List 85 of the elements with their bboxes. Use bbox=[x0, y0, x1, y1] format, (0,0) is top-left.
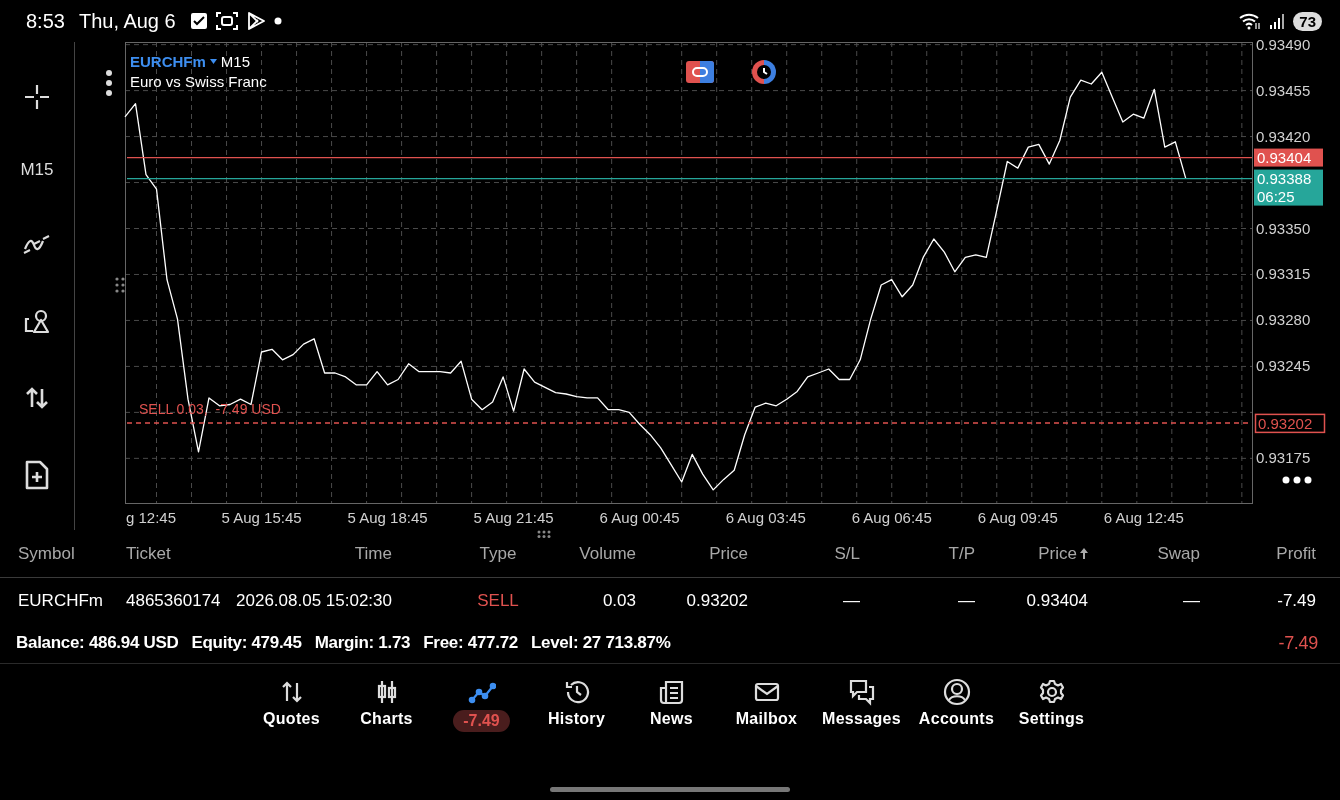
account-icon bbox=[942, 678, 971, 706]
column-header[interactable]: Price bbox=[709, 543, 748, 564]
more-vertical-icon[interactable] bbox=[105, 69, 113, 97]
column-header[interactable]: Time bbox=[354, 543, 440, 564]
table-cell: 0.93202 bbox=[686, 590, 748, 611]
column-header[interactable]: Ticket bbox=[126, 543, 171, 564]
column-header[interactable]: Symbol bbox=[18, 543, 75, 564]
timeframe-button[interactable]: M15 bbox=[7, 135, 67, 205]
profit-badge: -7.49 bbox=[453, 710, 510, 732]
news-icon bbox=[657, 678, 686, 706]
time-tick-label: 6 Aug 03:45 bbox=[725, 509, 806, 526]
symbol-selector[interactable]: EURCHFm bbox=[130, 53, 206, 70]
table-cell-text: 2026.08.05 15:02:30 bbox=[236, 590, 393, 611]
account-stat: Level: 27 713.87% bbox=[530, 633, 671, 653]
column-header[interactable]: S/L bbox=[834, 543, 860, 564]
column-header[interactable]: Profit bbox=[1276, 543, 1316, 564]
nav-tab[interactable]: Accounts bbox=[909, 678, 1004, 732]
time-tick-label: 6 Aug 06:45 bbox=[851, 509, 932, 526]
column-header[interactable]: Volume bbox=[579, 543, 636, 564]
account-stat: Free: 477.72 bbox=[423, 633, 518, 653]
table-cell: SELL bbox=[477, 590, 519, 611]
screenshot-icon bbox=[215, 11, 238, 31]
one-click-trading-icon[interactable] bbox=[686, 61, 714, 83]
total-profit: -7.49 bbox=[1278, 632, 1318, 654]
file-plus-icon bbox=[24, 458, 50, 491]
caret-icon[interactable] bbox=[209, 59, 217, 64]
price-tick-label: 0.93245 bbox=[1256, 357, 1311, 375]
nav-tab[interactable]: Quotes bbox=[244, 678, 339, 732]
price-tick-label: 0.93280 bbox=[1256, 311, 1311, 329]
column-header[interactable]: Type bbox=[479, 543, 517, 564]
time-tick-label: 6 Aug 12:45 bbox=[1103, 509, 1184, 526]
nav-tab[interactable]: Charts bbox=[339, 678, 434, 732]
status-date: Thu, Aug 6 bbox=[78, 9, 176, 33]
notification-dot-icon bbox=[273, 17, 282, 25]
price-tag: 0.93388 06:25 bbox=[1254, 169, 1323, 206]
price-tick-label: 0.93420 bbox=[1256, 127, 1311, 145]
time-tick-label: 6 Aug 00:45 bbox=[599, 509, 680, 526]
table-cell: — bbox=[958, 590, 975, 611]
nav-tab[interactable]: Mailbox bbox=[719, 678, 814, 732]
table-cell: 0.03 bbox=[602, 590, 636, 611]
time-tick-label: 5 Aug 15:45 bbox=[221, 509, 302, 526]
account-stat: Balance: 486.94 USD bbox=[16, 633, 179, 653]
account-stat: Equity: 479.45 bbox=[191, 633, 302, 653]
nav-tab[interactable]: News bbox=[624, 678, 719, 732]
time-tick-label: 6 Aug 09:45 bbox=[977, 509, 1058, 526]
nav-tab[interactable]: History bbox=[529, 678, 624, 732]
drag-handle-icon[interactable] bbox=[537, 530, 551, 538]
account-stat: Margin: 1.73 bbox=[314, 633, 411, 653]
table-cell: 0.93404 bbox=[1026, 590, 1088, 611]
price-tick-label: 0.93455 bbox=[1256, 81, 1311, 99]
wifi-icon bbox=[1239, 12, 1262, 30]
play-icon bbox=[245, 11, 266, 31]
price-tick-label: 0.93350 bbox=[1256, 219, 1311, 237]
column-header[interactable]: T/P bbox=[948, 543, 975, 564]
chat-icon bbox=[847, 678, 876, 706]
nav-tab[interactable]: Messages bbox=[814, 678, 909, 732]
chart-timeframe: M15 bbox=[220, 53, 251, 70]
symbol-description: Euro vs Swiss Franc bbox=[130, 73, 267, 90]
table-cell: -7.49 bbox=[1277, 590, 1316, 611]
signal-icon bbox=[1269, 13, 1286, 29]
clock-icon[interactable] bbox=[750, 58, 778, 86]
status-time: 8:53 bbox=[26, 9, 65, 33]
time-tick-label: 5 Aug 21:45 bbox=[473, 509, 554, 526]
order-price-tag: 0.93202 bbox=[1254, 413, 1326, 434]
settings-icon bbox=[1037, 678, 1066, 706]
nav-tab[interactable]: Settings bbox=[1004, 678, 1099, 732]
table-cell: — bbox=[843, 590, 860, 611]
table-cell: EURCHFm bbox=[18, 590, 103, 611]
more-horizontal-icon[interactable] bbox=[1282, 476, 1312, 484]
column-header[interactable]: Price bbox=[1038, 543, 1088, 564]
price-tick-label: 0.93315 bbox=[1256, 265, 1311, 283]
price-tick-label: 0.93490 bbox=[1256, 35, 1311, 53]
price-tick-label: 0.93175 bbox=[1256, 449, 1311, 467]
column-header[interactable]: Swap bbox=[1157, 543, 1200, 564]
table-cell: — bbox=[1183, 590, 1200, 611]
up-down-arrows-icon bbox=[24, 385, 50, 410]
time-tick-label: 5 Aug 18:45 bbox=[347, 509, 428, 526]
checkbox-icon bbox=[189, 12, 208, 30]
battery-indicator: 73 bbox=[1293, 11, 1322, 31]
nav-tab[interactable]: -7.49 bbox=[434, 678, 529, 732]
drag-handle-icon[interactable] bbox=[115, 277, 125, 293]
table-cell: 4865360174 bbox=[126, 590, 221, 611]
price-tag: 0.93404 bbox=[1254, 148, 1323, 167]
crosshair-icon bbox=[23, 82, 51, 111]
time-tick-label: g 12:45 bbox=[126, 509, 177, 526]
